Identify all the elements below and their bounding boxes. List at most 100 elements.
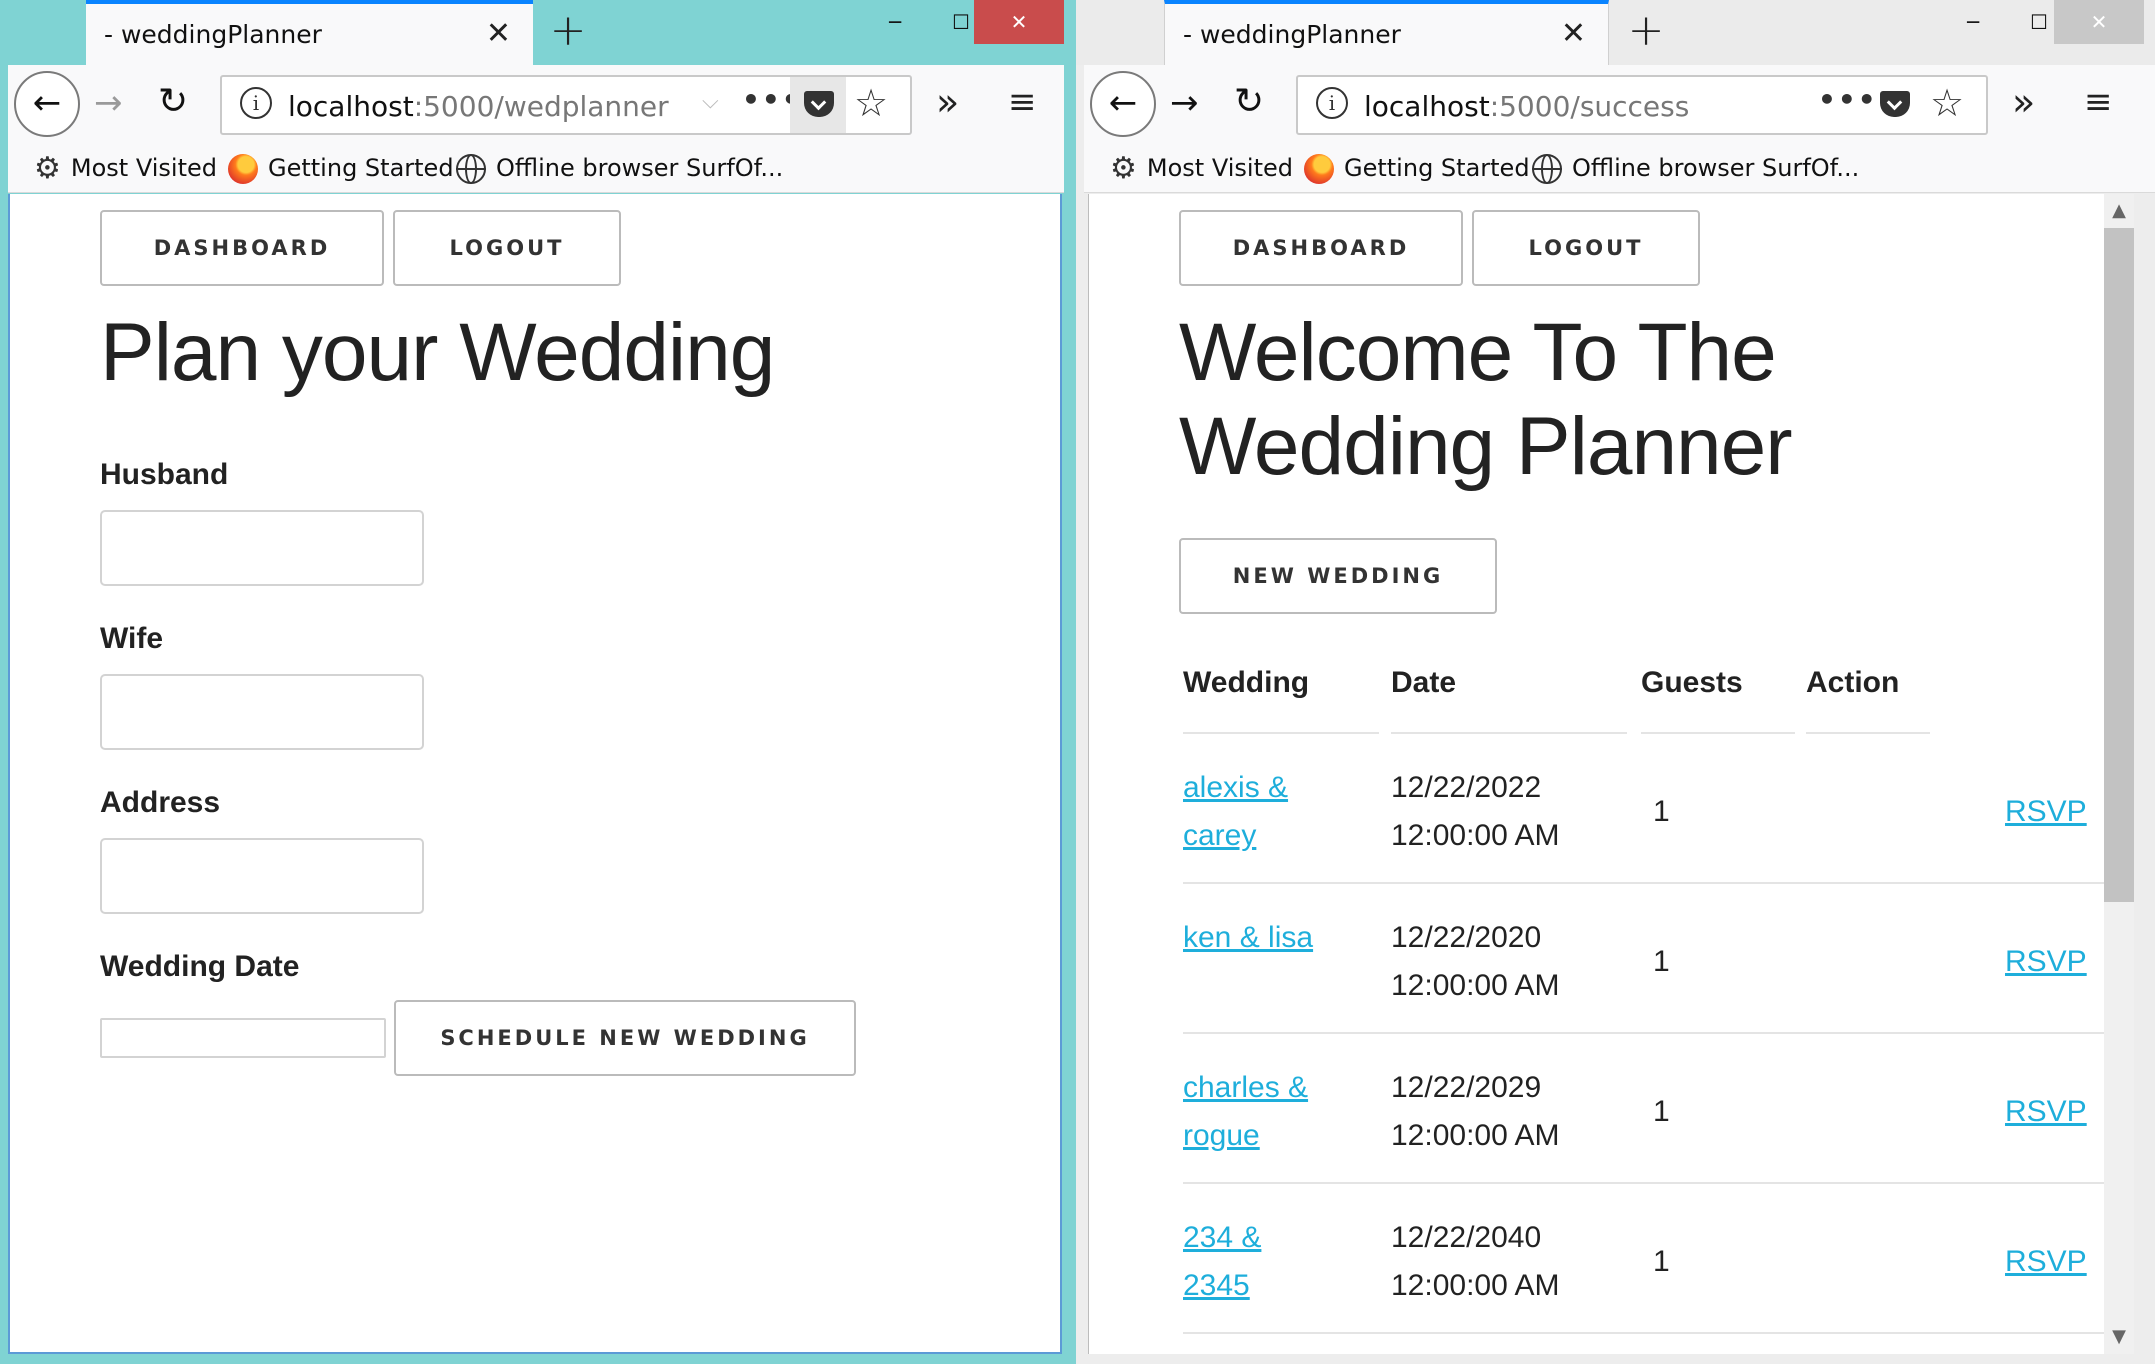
husband-label: Husband [100,458,229,491]
firefox-icon [1304,154,1334,184]
row-divider [1183,1182,2105,1184]
bookmark-offline-browser[interactable]: Offline browser SurfOf... [1532,151,1859,185]
firefox-icon [228,154,258,184]
wedding-link[interactable]: alexis & carey [1183,764,1288,860]
dashboard-button[interactable]: DASHBOARD [100,210,384,286]
wedding-name-line1: alexis & [1183,771,1289,804]
date-line1: 12/22/2022 [1391,771,1542,804]
bookmark-label: Offline browser SurfOf... [496,154,784,182]
url-text[interactable]: localhost:5000/success [1364,90,1689,123]
rsvp-link[interactable]: RSVP [2005,788,2087,836]
header-rule [1641,732,1795,734]
logout-button[interactable]: LOGOUT [393,210,621,286]
time-line2: 12:00:00 AM [1391,969,1560,1002]
header-rule [1391,732,1627,734]
address-input[interactable] [100,838,424,914]
dashboard-button[interactable]: DASHBOARD [1179,210,1463,286]
schedule-new-wedding-button[interactable]: SCHEDULE NEW WEDDING [394,1000,856,1076]
logout-button[interactable]: LOGOUT [1472,210,1700,286]
site-info-icon[interactable]: i [240,87,272,119]
scroll-up-icon[interactable]: ▲ [2104,194,2134,228]
wedding-name-line2: 2345 [1183,1269,1250,1302]
husband-input[interactable] [100,510,424,586]
gear-icon: ⚙ [34,151,61,186]
new-tab-icon[interactable]: + [1618,6,1674,58]
date-line1: 12/22/2040 [1391,1221,1542,1254]
wedding-date-label: Wedding Date [100,950,300,983]
time-line2: 12:00:00 AM [1391,819,1560,852]
date-line1: 12/22/2020 [1391,921,1542,954]
url-bar[interactable]: i localhost:5000/success ••• ☆ [1296,75,1988,135]
back-icon[interactable]: ← [14,71,80,137]
time-line2: 12:00:00 AM [1391,1269,1560,1302]
date-cell: 12/22/2040 12:00:00 AM [1391,1214,1559,1310]
wedding-name-line2: carey [1183,819,1257,852]
back-icon[interactable]: ← [1090,71,1156,137]
vertical-scrollbar[interactable]: ▲ ▼ [2104,194,2134,1354]
bookmark-getting-started[interactable]: Getting Started [1304,151,1530,185]
bookmark-most-visited[interactable]: ⚙ Most Visited [1110,151,1293,186]
wedding-date-input[interactable] [100,1018,386,1058]
wedding-link[interactable]: 234 & 2345 [1183,1214,1261,1310]
url-text[interactable]: localhost:5000/wedplanner [288,90,669,123]
new-wedding-button[interactable]: NEW WEDDING [1179,538,1497,614]
tab-strip: - weddingPlanner ✕ + ─ ☐ ✕ [1076,0,2155,65]
rsvp-link[interactable]: RSVP [2005,1238,2087,1286]
scroll-thumb[interactable] [2104,228,2134,902]
reload-icon[interactable]: ↻ [158,75,188,129]
guests-cell: 1 [1653,945,1670,978]
forward-icon[interactable]: → [94,77,123,129]
bookmark-offline-browser[interactable]: Offline browser SurfOf... [456,151,783,185]
bookmark-label: Offline browser SurfOf... [1572,154,1860,182]
url-bar[interactable]: i localhost:5000/wedplanner ⌵ ••• ☆ [220,75,912,135]
bookmark-star-icon[interactable]: ☆ [1930,81,1964,125]
wife-input[interactable] [100,674,424,750]
rsvp-link[interactable]: RSVP [2005,1088,2087,1136]
site-info-icon[interactable]: i [1316,87,1348,119]
date-cell: 12/22/2022 12:00:00 AM [1391,764,1559,860]
chevron-down-icon[interactable]: ⌵ [702,89,719,114]
wedding-link[interactable]: ken & lisa [1183,914,1313,962]
scroll-down-icon[interactable]: ▼ [2104,1320,2134,1354]
row-divider [1183,1032,2105,1034]
url-path: :5000/success [1489,90,1690,123]
window-close-icon[interactable]: ✕ [974,0,1064,44]
guests-cell: 1 [1653,1095,1670,1128]
minimize-icon[interactable]: ─ [1940,0,2006,44]
bookmark-most-visited[interactable]: ⚙ Most Visited [34,151,217,186]
active-tab[interactable]: - weddingPlanner ✕ [86,0,533,65]
page-content: DASHBOARD LOGOUT Plan your Wedding Husba… [8,194,1062,1354]
hamburger-menu-icon[interactable]: ≡ [2084,75,2113,129]
date-cell: 12/22/2029 12:00:00 AM [1391,1064,1559,1160]
header-wedding: Wedding [1183,666,1310,699]
tab-close-icon[interactable]: ✕ [486,14,511,54]
bookmark-getting-started[interactable]: Getting Started [228,151,454,185]
pocket-icon[interactable] [790,77,846,133]
active-tab[interactable]: - weddingPlanner ✕ [1164,0,1609,65]
page-title: Plan your Wedding [100,307,775,398]
rsvp-link[interactable]: RSVP [2005,938,2087,986]
url-path: :5000/wedplanner [413,90,669,123]
minimize-icon[interactable]: ─ [862,0,928,44]
globe-icon [1532,154,1562,184]
tab-title: - weddingPlanner [104,20,322,49]
wedding-name-line1: ken & lisa [1183,921,1314,954]
forward-icon[interactable]: → [1170,77,1199,129]
address-label: Address [100,786,221,819]
window-close-icon[interactable]: ✕ [2054,0,2144,44]
reload-icon[interactable]: ↻ [1234,75,1264,129]
page-title-line2: Wedding Planner [1179,401,1793,492]
guests-cell: 1 [1653,795,1670,828]
pocket-icon[interactable] [1866,77,1922,133]
bookmark-label: Getting Started [268,154,454,182]
new-tab-icon[interactable]: + [540,6,596,58]
tab-close-icon[interactable]: ✕ [1561,14,1586,54]
hamburger-menu-icon[interactable]: ≡ [1008,75,1037,129]
wedding-link[interactable]: charles & rogue [1183,1064,1308,1160]
pocket-shape [804,91,834,117]
overflow-icon[interactable]: » [2012,77,2035,127]
bookmark-star-icon[interactable]: ☆ [854,81,888,125]
overflow-icon[interactable]: » [936,77,959,127]
header-date: Date [1391,666,1457,699]
wedding-name-line1: charles & [1183,1071,1309,1104]
